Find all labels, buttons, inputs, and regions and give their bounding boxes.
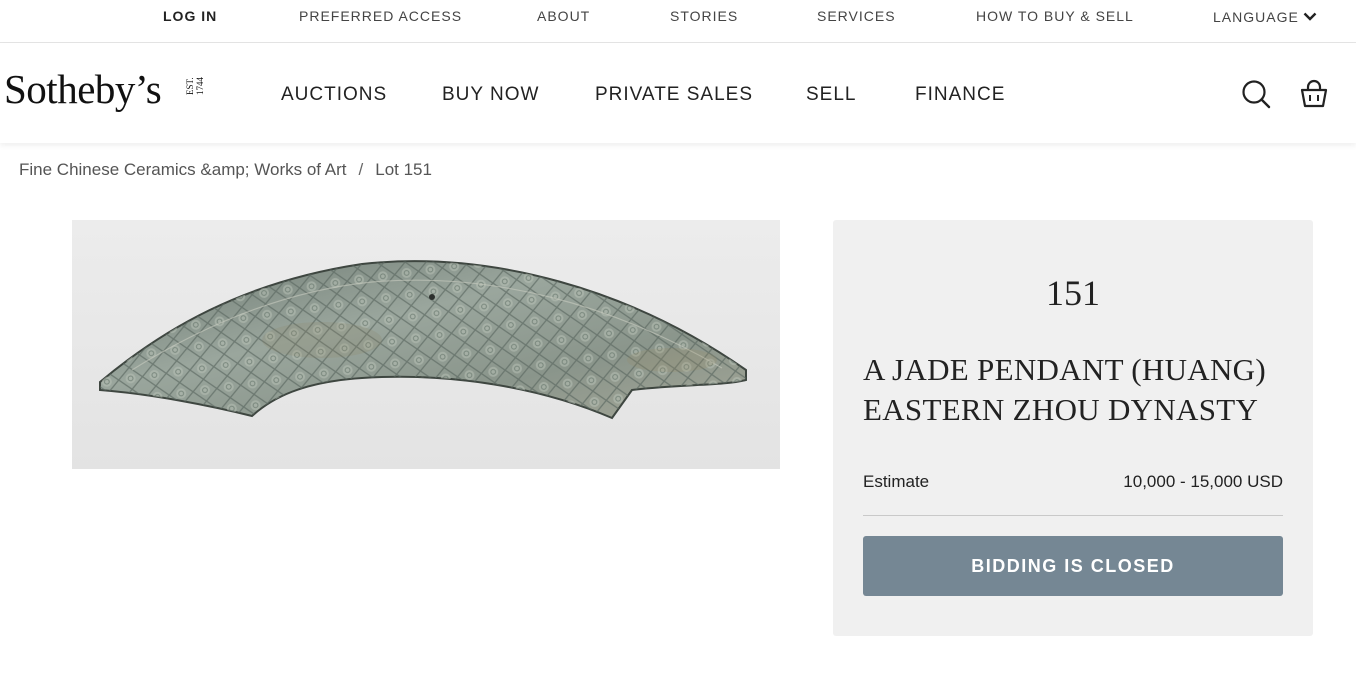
breadcrumb-separator: / [358,160,364,179]
search-icon[interactable] [1241,79,1271,109]
about-link[interactable]: ABOUT [537,8,590,24]
nav-buy-now[interactable]: BUY NOW [442,84,539,106]
breadcrumb: Fine Chinese Ceramics &amp; Works of Art… [19,160,432,180]
utility-bar: LOG IN PREFERRED ACCESS ABOUT STORIES SE… [0,0,1356,43]
sothebys-logo[interactable]: Sotheby’s [4,65,162,113]
estimate-row: Estimate 10,000 - 15,000 USD [863,472,1283,516]
lot-info-panel: 151 A JADE PENDANT (HUANG) EASTERN ZHOU … [833,220,1313,636]
how-to-buy-sell-link[interactable]: HOW TO BUY & SELL [976,8,1134,24]
lot-title-line-2: EASTERN ZHOU DYNASTY [863,392,1259,427]
bidding-closed-button[interactable]: BIDDING IS CLOSED [863,536,1283,596]
breadcrumb-sale-link[interactable]: Fine Chinese Ceramics &amp; Works of Art [19,160,347,179]
preferred-access-link[interactable]: PREFERRED ACCESS [299,8,462,24]
estimate-value: 10,000 - 15,000 USD [1123,472,1283,491]
breadcrumb-current: Lot 151 [375,160,432,179]
lot-image[interactable] [72,220,780,469]
chevron-down-icon [1303,8,1317,24]
stories-link[interactable]: STORIES [670,8,738,24]
estimate-label: Estimate [863,472,930,491]
login-link[interactable]: LOG IN [163,8,217,24]
logo-est-mark: EST. 1744 [185,77,205,95]
language-selector[interactable]: LANGUAGE [1213,8,1317,25]
nav-finance[interactable]: FINANCE [915,84,1005,106]
shopping-bag-icon[interactable] [1299,79,1329,109]
lot-title: A JADE PENDANT (HUANG) EASTERN ZHOU DYNA… [863,350,1293,430]
lot-title-line-1: A JADE PENDANT (HUANG) [863,352,1266,387]
main-header: Sotheby’s EST. 1744 AUCTIONS BUY NOW PRI… [0,43,1356,143]
nav-auctions[interactable]: AUCTIONS [281,84,387,106]
nav-sell[interactable]: SELL [806,84,856,106]
language-label: LANGUAGE [1213,9,1299,25]
lot-number: 151 [1046,273,1100,313]
nav-private-sales[interactable]: PRIVATE SALES [595,84,753,106]
services-link[interactable]: SERVICES [817,8,896,24]
